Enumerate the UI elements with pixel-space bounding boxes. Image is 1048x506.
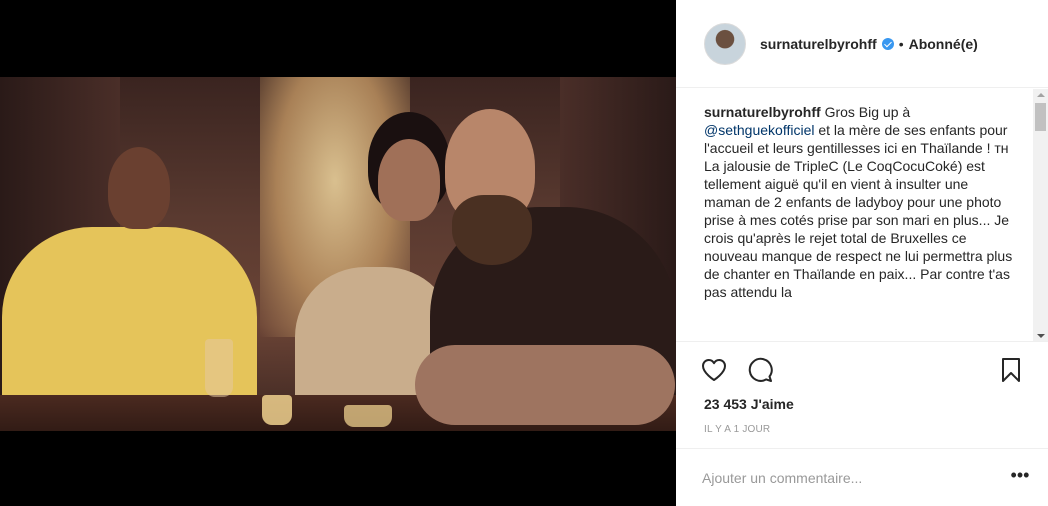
scrollbar-thumb[interactable] xyxy=(1035,103,1046,131)
comments-section: surnaturelbyrohff Gros Big up à @sethgue… xyxy=(676,89,1048,342)
caption-text-rest: et la mère de ses enfants pour l'accueil… xyxy=(704,122,1013,300)
post-actions xyxy=(676,348,1048,392)
comment-input[interactable] xyxy=(702,468,992,488)
scroll-down-arrow-icon[interactable] xyxy=(1037,334,1045,338)
post-caption: surnaturelbyrohff Gros Big up à @sethgue… xyxy=(704,103,1014,301)
photo-candle xyxy=(344,405,392,427)
header-username[interactable]: surnaturelbyrohff xyxy=(760,36,877,52)
more-options-icon[interactable]: ••• xyxy=(1010,466,1030,488)
comment-icon xyxy=(748,357,773,382)
header-separator: • xyxy=(898,35,904,52)
photo-glass xyxy=(205,339,233,397)
scroll-up-arrow-icon[interactable] xyxy=(1037,93,1045,97)
like-button[interactable] xyxy=(700,356,728,384)
follow-button[interactable]: Abonné(e) xyxy=(909,36,978,52)
heart-icon xyxy=(702,359,726,381)
caption-text-start: Gros Big up à xyxy=(820,104,911,120)
bookmark-icon xyxy=(1002,358,1020,382)
add-comment-bar: ••• xyxy=(676,448,1048,506)
post-timestamp[interactable]: IL Y A 1 JOUR xyxy=(704,424,770,435)
comment-button[interactable] xyxy=(746,356,774,384)
photo-person-3-arm xyxy=(415,345,675,425)
post-header: surnaturelbyrohff • Abonné(e) xyxy=(676,0,1048,88)
post-sidebar: surnaturelbyrohff • Abonné(e) surnaturel… xyxy=(676,0,1048,506)
post-media xyxy=(0,0,676,506)
save-button[interactable] xyxy=(997,356,1025,384)
caption-mention-link[interactable]: @sethguekofficiel xyxy=(704,122,814,138)
photo-candle xyxy=(262,395,292,425)
likes-count[interactable]: 23 453 J'aime xyxy=(704,396,794,412)
photo-person-3-beard xyxy=(452,195,532,265)
photo-person-1-head xyxy=(108,147,170,229)
avatar[interactable] xyxy=(704,22,746,65)
post-photo[interactable] xyxy=(0,77,676,431)
caption-username[interactable]: surnaturelbyrohff xyxy=(704,104,821,120)
photo-person-2-head xyxy=(378,139,440,221)
verified-badge-icon xyxy=(881,37,894,50)
comments-scrollbar[interactable] xyxy=(1033,89,1048,341)
